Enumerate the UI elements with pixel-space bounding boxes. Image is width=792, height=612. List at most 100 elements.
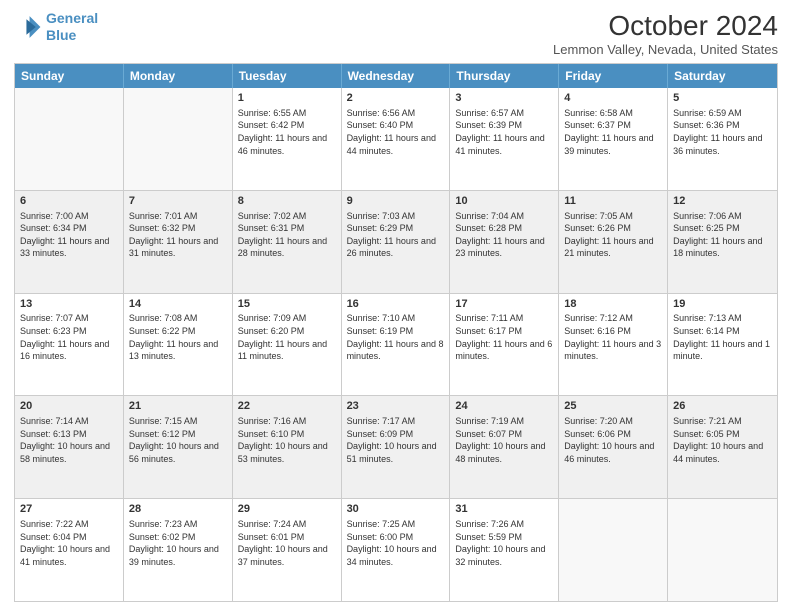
calendar-cell: 31Sunrise: 7:26 AM Sunset: 5:59 PM Dayli…	[450, 499, 559, 601]
calendar-cell: 8Sunrise: 7:02 AM Sunset: 6:31 PM Daylig…	[233, 191, 342, 293]
calendar-cell: 29Sunrise: 7:24 AM Sunset: 6:01 PM Dayli…	[233, 499, 342, 601]
day-info: Sunrise: 7:20 AM Sunset: 6:06 PM Dayligh…	[564, 415, 662, 465]
day-number: 2	[347, 91, 445, 106]
page: General Blue October 2024 Lemmon Valley,…	[0, 0, 792, 612]
day-info: Sunrise: 7:21 AM Sunset: 6:05 PM Dayligh…	[673, 415, 772, 465]
day-number: 15	[238, 297, 336, 312]
calendar-row-3: 20Sunrise: 7:14 AM Sunset: 6:13 PM Dayli…	[15, 395, 777, 498]
day-number: 1	[238, 91, 336, 106]
day-number: 18	[564, 297, 662, 312]
day-number: 12	[673, 194, 772, 209]
calendar-cell: 16Sunrise: 7:10 AM Sunset: 6:19 PM Dayli…	[342, 294, 451, 396]
calendar-cell: 3Sunrise: 6:57 AM Sunset: 6:39 PM Daylig…	[450, 88, 559, 190]
header: General Blue October 2024 Lemmon Valley,…	[14, 10, 778, 57]
day-info: Sunrise: 7:23 AM Sunset: 6:02 PM Dayligh…	[129, 518, 227, 568]
calendar-row-4: 27Sunrise: 7:22 AM Sunset: 6:04 PM Dayli…	[15, 498, 777, 601]
day-info: Sunrise: 7:02 AM Sunset: 6:31 PM Dayligh…	[238, 210, 336, 260]
day-info: Sunrise: 7:06 AM Sunset: 6:25 PM Dayligh…	[673, 210, 772, 260]
day-number: 21	[129, 399, 227, 414]
day-info: Sunrise: 7:03 AM Sunset: 6:29 PM Dayligh…	[347, 210, 445, 260]
day-info: Sunrise: 7:11 AM Sunset: 6:17 PM Dayligh…	[455, 312, 553, 362]
day-number: 8	[238, 194, 336, 209]
day-number: 26	[673, 399, 772, 414]
calendar-cell: 19Sunrise: 7:13 AM Sunset: 6:14 PM Dayli…	[668, 294, 777, 396]
calendar-body: 1Sunrise: 6:55 AM Sunset: 6:42 PM Daylig…	[15, 88, 777, 601]
calendar-cell: 21Sunrise: 7:15 AM Sunset: 6:12 PM Dayli…	[124, 396, 233, 498]
header-day-thursday: Thursday	[450, 64, 559, 88]
day-info: Sunrise: 7:10 AM Sunset: 6:19 PM Dayligh…	[347, 312, 445, 362]
header-day-saturday: Saturday	[668, 64, 777, 88]
calendar: SundayMondayTuesdayWednesdayThursdayFrid…	[14, 63, 778, 602]
day-info: Sunrise: 6:56 AM Sunset: 6:40 PM Dayligh…	[347, 107, 445, 157]
day-info: Sunrise: 7:01 AM Sunset: 6:32 PM Dayligh…	[129, 210, 227, 260]
day-number: 5	[673, 91, 772, 106]
day-number: 17	[455, 297, 553, 312]
calendar-cell: 15Sunrise: 7:09 AM Sunset: 6:20 PM Dayli…	[233, 294, 342, 396]
logo: General Blue	[14, 10, 98, 44]
header-day-sunday: Sunday	[15, 64, 124, 88]
day-number: 11	[564, 194, 662, 209]
day-info: Sunrise: 7:15 AM Sunset: 6:12 PM Dayligh…	[129, 415, 227, 465]
day-info: Sunrise: 7:13 AM Sunset: 6:14 PM Dayligh…	[673, 312, 772, 362]
day-info: Sunrise: 7:16 AM Sunset: 6:10 PM Dayligh…	[238, 415, 336, 465]
day-number: 14	[129, 297, 227, 312]
calendar-cell: 2Sunrise: 6:56 AM Sunset: 6:40 PM Daylig…	[342, 88, 451, 190]
calendar-cell: 24Sunrise: 7:19 AM Sunset: 6:07 PM Dayli…	[450, 396, 559, 498]
main-title: October 2024	[553, 10, 778, 42]
calendar-cell: 18Sunrise: 7:12 AM Sunset: 6:16 PM Dayli…	[559, 294, 668, 396]
day-info: Sunrise: 7:12 AM Sunset: 6:16 PM Dayligh…	[564, 312, 662, 362]
calendar-cell: 28Sunrise: 7:23 AM Sunset: 6:02 PM Dayli…	[124, 499, 233, 601]
day-number: 23	[347, 399, 445, 414]
day-info: Sunrise: 6:59 AM Sunset: 6:36 PM Dayligh…	[673, 107, 772, 157]
day-number: 16	[347, 297, 445, 312]
calendar-cell: 20Sunrise: 7:14 AM Sunset: 6:13 PM Dayli…	[15, 396, 124, 498]
calendar-cell: 13Sunrise: 7:07 AM Sunset: 6:23 PM Dayli…	[15, 294, 124, 396]
title-block: October 2024 Lemmon Valley, Nevada, Unit…	[553, 10, 778, 57]
day-number: 28	[129, 502, 227, 517]
day-info: Sunrise: 7:05 AM Sunset: 6:26 PM Dayligh…	[564, 210, 662, 260]
day-info: Sunrise: 7:14 AM Sunset: 6:13 PM Dayligh…	[20, 415, 118, 465]
logo-line1: General	[46, 10, 98, 26]
calendar-cell: 23Sunrise: 7:17 AM Sunset: 6:09 PM Dayli…	[342, 396, 451, 498]
day-info: Sunrise: 7:04 AM Sunset: 6:28 PM Dayligh…	[455, 210, 553, 260]
calendar-cell: 26Sunrise: 7:21 AM Sunset: 6:05 PM Dayli…	[668, 396, 777, 498]
calendar-cell: 17Sunrise: 7:11 AM Sunset: 6:17 PM Dayli…	[450, 294, 559, 396]
day-info: Sunrise: 7:07 AM Sunset: 6:23 PM Dayligh…	[20, 312, 118, 362]
calendar-cell	[559, 499, 668, 601]
day-info: Sunrise: 6:58 AM Sunset: 6:37 PM Dayligh…	[564, 107, 662, 157]
header-day-tuesday: Tuesday	[233, 64, 342, 88]
header-day-monday: Monday	[124, 64, 233, 88]
day-number: 4	[564, 91, 662, 106]
logo-line2: Blue	[46, 27, 76, 43]
day-info: Sunrise: 7:22 AM Sunset: 6:04 PM Dayligh…	[20, 518, 118, 568]
day-number: 13	[20, 297, 118, 312]
calendar-row-2: 13Sunrise: 7:07 AM Sunset: 6:23 PM Dayli…	[15, 293, 777, 396]
calendar-cell: 12Sunrise: 7:06 AM Sunset: 6:25 PM Dayli…	[668, 191, 777, 293]
day-number: 22	[238, 399, 336, 414]
day-number: 19	[673, 297, 772, 312]
logo-text: General Blue	[46, 10, 98, 44]
calendar-cell: 1Sunrise: 6:55 AM Sunset: 6:42 PM Daylig…	[233, 88, 342, 190]
day-number: 3	[455, 91, 553, 106]
day-info: Sunrise: 7:00 AM Sunset: 6:34 PM Dayligh…	[20, 210, 118, 260]
logo-icon	[14, 13, 42, 41]
day-number: 30	[347, 502, 445, 517]
calendar-cell: 5Sunrise: 6:59 AM Sunset: 6:36 PM Daylig…	[668, 88, 777, 190]
day-number: 31	[455, 502, 553, 517]
day-info: Sunrise: 7:24 AM Sunset: 6:01 PM Dayligh…	[238, 518, 336, 568]
day-number: 6	[20, 194, 118, 209]
calendar-cell: 10Sunrise: 7:04 AM Sunset: 6:28 PM Dayli…	[450, 191, 559, 293]
calendar-cell: 25Sunrise: 7:20 AM Sunset: 6:06 PM Dayli…	[559, 396, 668, 498]
calendar-cell: 9Sunrise: 7:03 AM Sunset: 6:29 PM Daylig…	[342, 191, 451, 293]
day-info: Sunrise: 6:55 AM Sunset: 6:42 PM Dayligh…	[238, 107, 336, 157]
day-info: Sunrise: 7:25 AM Sunset: 6:00 PM Dayligh…	[347, 518, 445, 568]
calendar-cell: 22Sunrise: 7:16 AM Sunset: 6:10 PM Dayli…	[233, 396, 342, 498]
day-number: 10	[455, 194, 553, 209]
calendar-cell	[15, 88, 124, 190]
subtitle: Lemmon Valley, Nevada, United States	[553, 42, 778, 57]
calendar-cell: 6Sunrise: 7:00 AM Sunset: 6:34 PM Daylig…	[15, 191, 124, 293]
calendar-cell: 30Sunrise: 7:25 AM Sunset: 6:00 PM Dayli…	[342, 499, 451, 601]
calendar-row-1: 6Sunrise: 7:00 AM Sunset: 6:34 PM Daylig…	[15, 190, 777, 293]
day-info: Sunrise: 7:17 AM Sunset: 6:09 PM Dayligh…	[347, 415, 445, 465]
day-info: Sunrise: 7:09 AM Sunset: 6:20 PM Dayligh…	[238, 312, 336, 362]
